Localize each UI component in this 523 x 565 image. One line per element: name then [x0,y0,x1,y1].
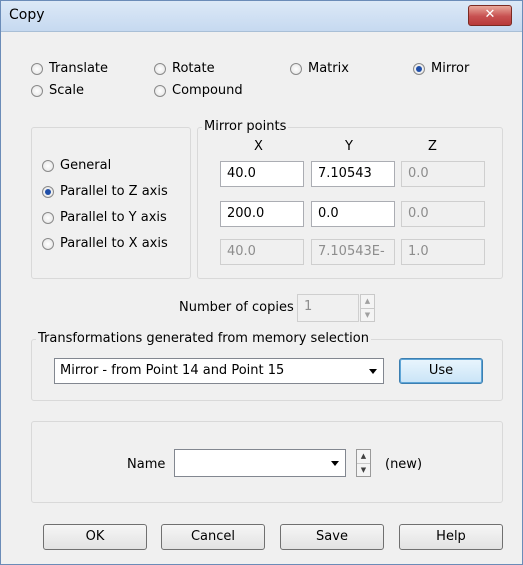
radio-translate[interactable]: Translate [31,61,108,76]
spin-up-icon: ▲ [360,452,367,460]
radio-parallel-z[interactable]: Parallel to Z axis [42,184,168,199]
point3-y-input: 7.10543E- [311,239,395,265]
radio-compound[interactable]: Compound [154,83,243,98]
save-button[interactable]: Save [280,524,384,550]
chevron-down-icon [331,461,339,466]
radio-mirror[interactable]: Mirror [413,61,469,76]
radio-rotate[interactable]: Rotate [154,61,215,76]
point2-z-input: 0.0 [401,201,485,227]
column-z-header: Z [428,139,437,154]
radio-dot [42,211,54,224]
radio-dot [31,84,43,97]
column-y-header: Y [345,139,353,154]
column-x-header: X [254,139,263,154]
close-button[interactable]: ✕ [468,5,512,26]
point3-z-input: 1.0 [401,239,485,265]
spin-down-icon: ▼ [357,463,370,477]
use-button[interactable]: Use [399,358,483,384]
name-dropdown[interactable] [174,449,346,477]
radio-label: Parallel to X axis [60,236,168,251]
spin-up-icon: ▲ [364,297,371,305]
name-status: (new) [385,457,423,472]
window-title: Copy [9,7,45,23]
radio-parallel-x[interactable]: Parallel to X axis [42,236,168,251]
radio-label: Translate [49,61,109,76]
title-bar: Copy ✕ [1,1,522,32]
close-icon: ✕ [484,7,496,22]
radio-scale[interactable]: Scale [31,83,84,98]
point1-z-input: 0.0 [401,161,485,187]
radio-dot [31,62,43,75]
radio-label: Parallel to Z axis [60,184,168,199]
radio-general[interactable]: General [42,158,111,173]
radio-dot [42,237,54,250]
radio-label: Parallel to Y axis [60,210,167,225]
mirror-mode-group: General Parallel to Z axis Parallel to Y… [31,127,191,279]
copies-spinner: ▲ ▼ [360,294,375,322]
radio-dot [154,84,166,97]
copies-label: Number of copies [179,300,294,315]
radio-label: Compound [172,83,243,98]
radio-dot [290,62,302,75]
radio-dot [42,185,54,198]
radio-label: Rotate [172,61,215,76]
point2-x-input[interactable]: 200.0 [220,201,304,227]
radio-matrix[interactable]: Matrix [290,61,349,76]
radio-parallel-y[interactable]: Parallel to Y axis [42,210,167,225]
radio-dot [154,62,166,75]
mirror-points-title: Mirror points [202,119,289,134]
radio-dot [413,62,425,75]
spin-down-icon: ▼ [361,308,374,322]
radio-label: Mirror [431,61,470,76]
point3-x-input: 40.0 [220,239,304,265]
name-spinner[interactable]: ▲ ▼ [356,449,371,477]
radio-label: Matrix [308,61,349,76]
ok-button[interactable]: OK [43,524,147,550]
cancel-button[interactable]: Cancel [161,524,265,550]
point2-y-input[interactable]: 0.0 [311,201,395,227]
memory-selection-dropdown[interactable]: Mirror - from Point 14 and Point 15 [54,358,384,384]
name-label: Name [127,457,166,472]
point1-y-input[interactable]: 7.10543 [311,161,395,187]
help-button[interactable]: Help [399,524,503,550]
copies-input: 1 [297,294,359,322]
chevron-down-icon [369,369,377,374]
copy-dialog: Copy ✕ Translate Rotate Matrix Mirror Sc… [0,0,523,565]
memory-selection-title: Transformations generated from memory se… [36,331,371,346]
radio-label: Scale [49,83,84,98]
radio-dot [42,159,54,172]
point1-x-input[interactable]: 40.0 [220,161,304,187]
memory-selection-value: Mirror - from Point 14 and Point 15 [60,363,285,378]
radio-label: General [60,158,112,173]
